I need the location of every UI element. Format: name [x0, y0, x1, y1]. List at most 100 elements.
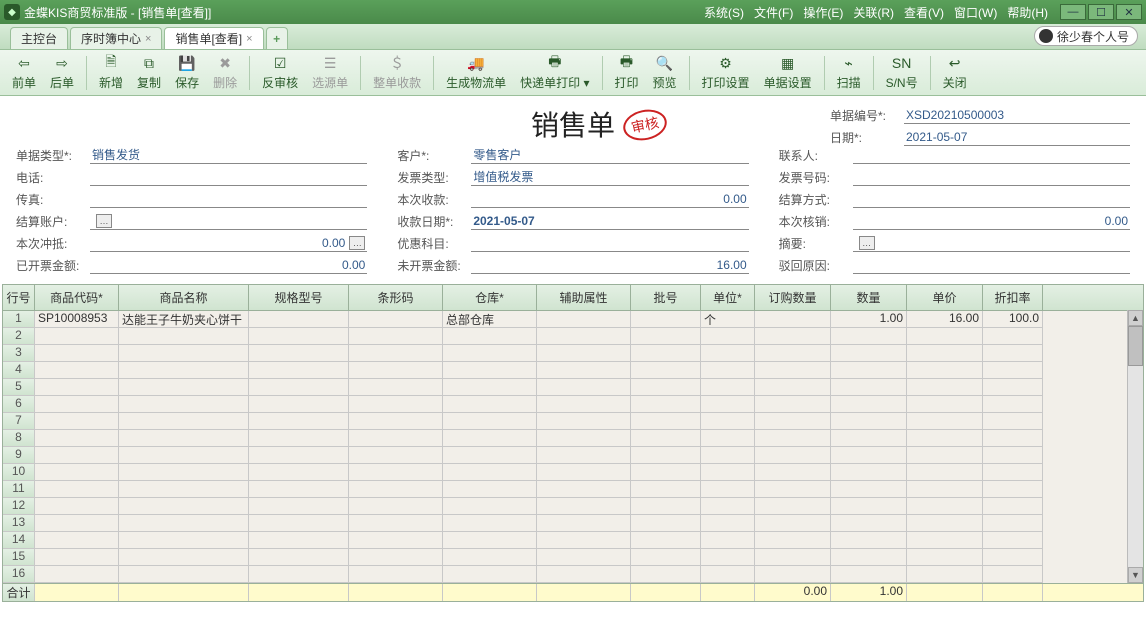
- grid-body[interactable]: 1SP10008953达能王子牛奶夹心饼干总部仓库个1.0016.00100.0…: [3, 311, 1143, 583]
- cell[interactable]: [701, 566, 755, 583]
- cell[interactable]: [35, 413, 119, 430]
- toolbar-快递单打印[interactable]: 🖶快递单打印 ▾: [514, 52, 595, 94]
- cell[interactable]: [443, 566, 537, 583]
- cell[interactable]: [349, 498, 443, 515]
- column-header[interactable]: 商品代码*: [35, 285, 119, 310]
- cell[interactable]: [119, 362, 249, 379]
- cell[interactable]: [443, 498, 537, 515]
- cell[interactable]: 9: [3, 447, 35, 464]
- column-header[interactable]: 行号: [3, 285, 35, 310]
- cell[interactable]: [631, 345, 701, 362]
- scroll-up-button[interactable]: ▲: [1128, 310, 1143, 326]
- toolbar-预览[interactable]: 🔍预览: [647, 52, 683, 94]
- toolbar-单据设置[interactable]: ▦单据设置: [758, 52, 818, 94]
- column-header[interactable]: 仓库*: [443, 285, 537, 310]
- column-header[interactable]: 商品名称: [119, 285, 249, 310]
- cell[interactable]: [631, 515, 701, 532]
- field-value[interactable]: 16.00: [471, 256, 748, 274]
- field-value[interactable]: 0.00: [853, 212, 1130, 230]
- cell[interactable]: [983, 464, 1043, 481]
- column-header[interactable]: 规格型号: [249, 285, 349, 310]
- cell[interactable]: [537, 464, 631, 481]
- cell[interactable]: 12: [3, 498, 35, 515]
- cell[interactable]: 8: [3, 430, 35, 447]
- cell[interactable]: [701, 362, 755, 379]
- toolbar-S/N号[interactable]: SNS/N号: [880, 52, 924, 94]
- cell[interactable]: [755, 345, 831, 362]
- cell[interactable]: [755, 549, 831, 566]
- cell[interactable]: [755, 362, 831, 379]
- cell[interactable]: [983, 481, 1043, 498]
- cell[interactable]: [537, 328, 631, 345]
- cell[interactable]: [831, 396, 907, 413]
- cell[interactable]: [249, 566, 349, 583]
- table-row[interactable]: 2: [3, 328, 1143, 345]
- cell[interactable]: [831, 413, 907, 430]
- cell[interactable]: [35, 549, 119, 566]
- cell[interactable]: [701, 396, 755, 413]
- scroll-down-button[interactable]: ▼: [1128, 567, 1143, 583]
- cell[interactable]: 100.0: [983, 311, 1043, 328]
- table-row[interactable]: 13: [3, 515, 1143, 532]
- column-header[interactable]: 条形码: [349, 285, 443, 310]
- column-header[interactable]: 折扣率: [983, 285, 1043, 310]
- cell[interactable]: 16: [3, 566, 35, 583]
- cell[interactable]: [349, 328, 443, 345]
- cell[interactable]: [119, 515, 249, 532]
- column-header[interactable]: 数量: [831, 285, 907, 310]
- cell[interactable]: [537, 447, 631, 464]
- toolbar-扫描[interactable]: ⌁扫描: [831, 52, 867, 94]
- cell[interactable]: [755, 379, 831, 396]
- cell[interactable]: [755, 532, 831, 549]
- cell[interactable]: [349, 532, 443, 549]
- cell[interactable]: [249, 328, 349, 345]
- cell[interactable]: [907, 328, 983, 345]
- cell[interactable]: [701, 515, 755, 532]
- cell[interactable]: [537, 498, 631, 515]
- cell[interactable]: [349, 464, 443, 481]
- cell[interactable]: [631, 413, 701, 430]
- cell[interactable]: [755, 515, 831, 532]
- cell[interactable]: [537, 481, 631, 498]
- cell[interactable]: [701, 345, 755, 362]
- cell[interactable]: [983, 515, 1043, 532]
- cell[interactable]: [701, 498, 755, 515]
- cell[interactable]: [907, 464, 983, 481]
- new-tab-button[interactable]: +: [266, 27, 288, 49]
- cell[interactable]: [119, 379, 249, 396]
- toolbar-生成物流单[interactable]: 🚚生成物流单: [440, 52, 512, 94]
- field-value[interactable]: [853, 190, 1130, 208]
- cell[interactable]: [119, 464, 249, 481]
- cell[interactable]: [349, 362, 443, 379]
- cell[interactable]: [119, 549, 249, 566]
- cell[interactable]: [35, 481, 119, 498]
- cell[interactable]: 11: [3, 481, 35, 498]
- cell[interactable]: [983, 566, 1043, 583]
- cell[interactable]: [249, 379, 349, 396]
- menu-item[interactable]: 查看(V): [904, 4, 944, 21]
- cell[interactable]: [443, 447, 537, 464]
- cell[interactable]: 1.00: [831, 311, 907, 328]
- cell[interactable]: [249, 345, 349, 362]
- field-value[interactable]: …: [853, 234, 1130, 252]
- cell[interactable]: [831, 498, 907, 515]
- cell[interactable]: [631, 549, 701, 566]
- cell[interactable]: [443, 464, 537, 481]
- cell[interactable]: [907, 413, 983, 430]
- cell[interactable]: SP10008953: [35, 311, 119, 328]
- cell[interactable]: [349, 311, 443, 328]
- field-value[interactable]: 零售客户: [471, 146, 748, 164]
- cell[interactable]: [349, 345, 443, 362]
- cell[interactable]: [119, 481, 249, 498]
- close-button[interactable]: ✕: [1116, 4, 1142, 20]
- cell[interactable]: [35, 396, 119, 413]
- vertical-scrollbar[interactable]: ▲ ▼: [1127, 310, 1143, 583]
- cell[interactable]: 15: [3, 549, 35, 566]
- cell[interactable]: [907, 396, 983, 413]
- toolbar-打印设置[interactable]: ⚙打印设置: [696, 52, 756, 94]
- cell[interactable]: [249, 549, 349, 566]
- maximize-button[interactable]: ☐: [1088, 4, 1114, 20]
- table-row[interactable]: 7: [3, 413, 1143, 430]
- toolbar-前单[interactable]: ⇦前单: [6, 52, 42, 94]
- cell[interactable]: [349, 447, 443, 464]
